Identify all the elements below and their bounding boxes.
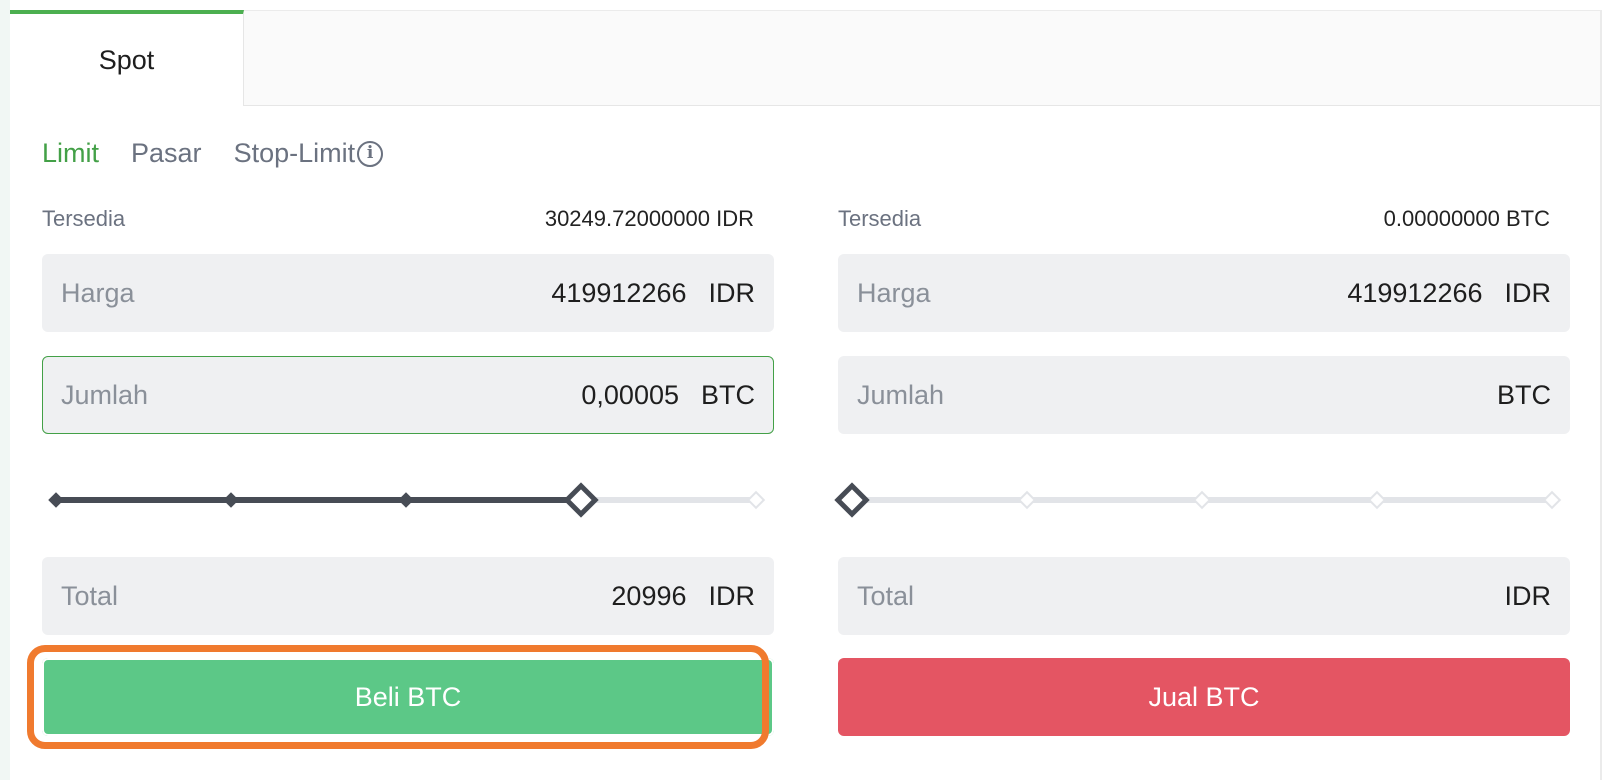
sell-price-value: 419912266	[1347, 277, 1483, 308]
buy-available-value: 30249.72000000 IDR	[544, 206, 754, 231]
tab-spot[interactable]: Spot	[10, 10, 244, 106]
info-icon[interactable]: i	[357, 140, 384, 167]
buy-btc-button[interactable]: Beli BTC	[42, 658, 774, 736]
right-divider	[1600, 10, 1602, 780]
order-type-stop-limit[interactable]: Stop-Limit i	[234, 138, 384, 169]
order-type-selector: Limit Pasar Stop-Limit i	[42, 138, 415, 169]
tab-bar: Spot	[10, 10, 1602, 106]
sell-price-label: Harga	[857, 277, 931, 308]
buy-amount-label: Jumlah	[61, 379, 149, 410]
buy-total-field[interactable]: Total 20996 IDR	[42, 557, 774, 635]
order-type-pasar[interactable]: Pasar	[131, 138, 202, 169]
buy-total-label: Total	[61, 580, 119, 611]
order-type-stop-limit-label: Stop-Limit	[233, 138, 356, 168]
buy-slider-step-2[interactable]	[398, 492, 414, 508]
buy-amount-value: 0,00005	[581, 379, 679, 410]
sell-total-label: Total	[857, 580, 915, 611]
sell-slider-thumb[interactable]	[834, 482, 870, 518]
order-type-limit[interactable]: Limit	[42, 138, 99, 169]
sell-btc-button[interactable]: Jual BTC	[838, 658, 1570, 736]
buy-available-label: Tersedia	[42, 206, 126, 231]
sell-slider-step-1[interactable]	[1017, 490, 1037, 510]
sell-price-field[interactable]: Harga 419912266 IDR	[838, 254, 1570, 332]
buy-slider-step-1[interactable]	[223, 492, 239, 508]
sell-slider-graphic	[834, 482, 1562, 518]
sell-amount-unit: BTC	[1497, 379, 1551, 410]
sell-available-row: Tersedia 0.00000000 BTC	[838, 206, 1550, 232]
buy-available-row: Tersedia 30249.72000000 IDR	[42, 206, 754, 232]
buy-amount-field[interactable]: Jumlah 0,00005 BTC	[42, 356, 774, 434]
sell-amount-label: Jumlah	[857, 379, 945, 410]
buy-total-unit: IDR	[708, 580, 756, 611]
buy-slider-thumb[interactable]	[563, 482, 599, 518]
sell-price-unit: IDR	[1504, 277, 1552, 308]
sell-available-label: Tersedia	[838, 206, 922, 231]
buy-slider-graphic	[48, 482, 766, 518]
buy-slider-step-4[interactable]	[746, 490, 766, 510]
buy-price-unit: IDR	[708, 277, 756, 308]
buy-amount-unit: BTC	[701, 379, 755, 410]
sell-amount-slider[interactable]	[834, 480, 1570, 520]
sell-available-value: 0.00000000 BTC	[1383, 206, 1550, 231]
trade-widget: Spot Limit Pasar Stop-Limit i Tersedia 3…	[0, 0, 1606, 780]
left-edge-strip	[0, 0, 10, 780]
sell-total-unit: IDR	[1504, 580, 1552, 611]
sell-amount-field[interactable]: Jumlah BTC	[838, 356, 1570, 434]
buy-total-value: 20996	[611, 580, 687, 611]
sell-total-field[interactable]: Total IDR	[838, 557, 1570, 635]
sell-slider-step-2[interactable]	[1192, 490, 1212, 510]
buy-amount-slider[interactable]	[42, 480, 774, 520]
buy-price-field[interactable]: Harga 419912266 IDR	[42, 254, 774, 332]
buy-slider-step-0[interactable]	[48, 492, 64, 508]
sell-slider-step-3[interactable]	[1367, 490, 1387, 510]
buy-price-value: 419912266	[551, 277, 687, 308]
buy-price-label: Harga	[61, 277, 135, 308]
sell-slider-step-4[interactable]	[1542, 490, 1562, 510]
